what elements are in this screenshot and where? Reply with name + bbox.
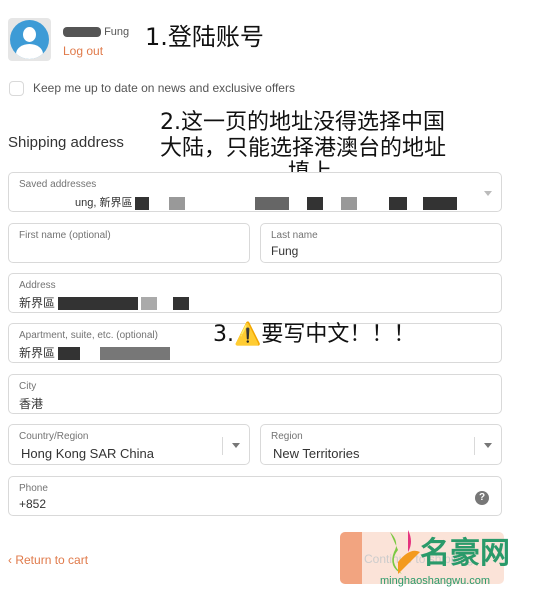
city-label: City bbox=[19, 381, 37, 392]
apartment-value: 新界區 bbox=[19, 346, 56, 360]
annotation-login: 1.登陆账号 bbox=[145, 23, 264, 51]
annotation-address-1: 2.这一页的地址没得选择中国 bbox=[160, 110, 445, 135]
country-select[interactable]: Country/Region Hong Kong SAR China bbox=[8, 424, 250, 465]
address-label: Address bbox=[19, 280, 56, 291]
address-value: 新界區 bbox=[19, 296, 56, 310]
address-field[interactable]: Address 新界區 bbox=[8, 273, 502, 313]
newsletter-label: Keep me up to date on news and exclusive… bbox=[33, 81, 295, 95]
region-label: Region bbox=[271, 431, 303, 442]
first-name-label: First name (optional) bbox=[19, 230, 111, 241]
user-name: Fung bbox=[63, 26, 129, 38]
first-name-field[interactable]: First name (optional) bbox=[8, 223, 250, 263]
saved-value: ung, 新界區 bbox=[75, 197, 133, 209]
chevron-down-icon bbox=[232, 443, 240, 448]
phone-label: Phone bbox=[19, 483, 48, 494]
watermark-logo: 名豪网 minghaoshangwu.com bbox=[380, 522, 540, 592]
chevron-down-icon bbox=[484, 443, 492, 448]
city-field[interactable]: City 香港 bbox=[8, 374, 502, 414]
leaf-icon bbox=[390, 530, 420, 574]
region-select[interactable]: Region New Territories bbox=[260, 424, 502, 465]
newsletter-checkbox[interactable] bbox=[9, 81, 24, 96]
saved-addresses-select[interactable]: Saved addresses ung, 新界區 bbox=[8, 172, 502, 212]
return-label: Return to cart bbox=[15, 553, 89, 567]
help-icon[interactable]: ? bbox=[475, 491, 489, 505]
return-to-cart-link[interactable]: ‹ Return to cart bbox=[8, 553, 88, 567]
user-name-text: Fung bbox=[104, 26, 130, 38]
saved-label: Saved addresses bbox=[19, 179, 97, 190]
country-label: Country/Region bbox=[19, 431, 89, 442]
phone-value: +852 bbox=[19, 497, 47, 511]
avatar bbox=[8, 18, 51, 61]
last-name-field[interactable]: Last name Fung bbox=[260, 223, 502, 263]
country-value: Hong Kong SAR China bbox=[21, 446, 154, 461]
last-name-label: Last name bbox=[271, 230, 318, 241]
city-value: 香港 bbox=[19, 397, 44, 411]
region-value: New Territories bbox=[273, 446, 360, 461]
chevron-down-icon bbox=[484, 191, 492, 196]
apartment-label: Apartment, suite, etc. (optional) bbox=[19, 330, 158, 341]
annotation-chinese: 3.⚠️要写中文！！！ bbox=[213, 322, 416, 347]
logout-link[interactable]: Log out bbox=[63, 44, 103, 58]
shipping-title: Shipping address bbox=[8, 134, 124, 151]
phone-field[interactable]: Phone +852 ? bbox=[8, 476, 502, 516]
annotation-address-2: 大陆，只能选择港澳台的地址 bbox=[160, 136, 447, 161]
last-name-value: Fung bbox=[271, 244, 299, 258]
